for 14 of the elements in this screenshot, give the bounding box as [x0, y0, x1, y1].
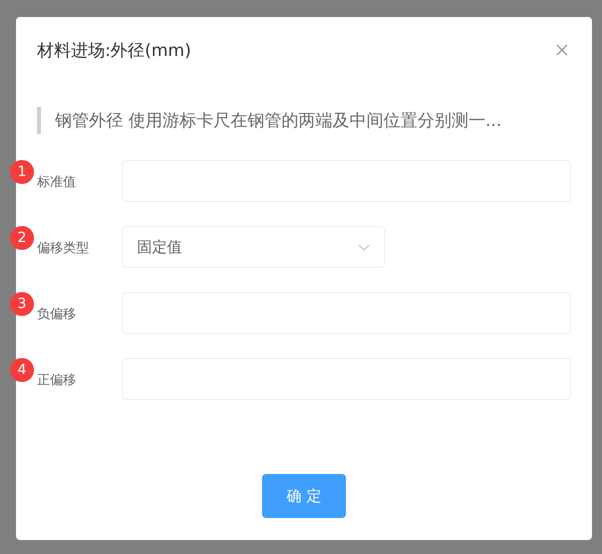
field-label: 标准值 — [37, 174, 76, 191]
select-value: 固定值 — [137, 238, 182, 256]
select-field[interactable]: 固定值 — [122, 226, 385, 268]
dialog-title: 材料进场:外径(mm) — [37, 40, 192, 62]
field-label: 正偏移 — [37, 372, 76, 389]
field-label: 负偏移 — [37, 306, 76, 323]
chevron-down-icon — [358, 244, 370, 250]
number-badge: 3 — [10, 292, 34, 316]
description-quote: 钢管外径 使用游标卡尺在钢管的两端及中间位置分别测一... — [37, 107, 571, 134]
close-icon[interactable] — [556, 44, 568, 56]
field-label: 偏移类型 — [37, 240, 89, 257]
number-badge: 2 — [10, 226, 34, 250]
number-badge: 4 — [10, 358, 34, 382]
number-badge: 1 — [10, 160, 34, 184]
